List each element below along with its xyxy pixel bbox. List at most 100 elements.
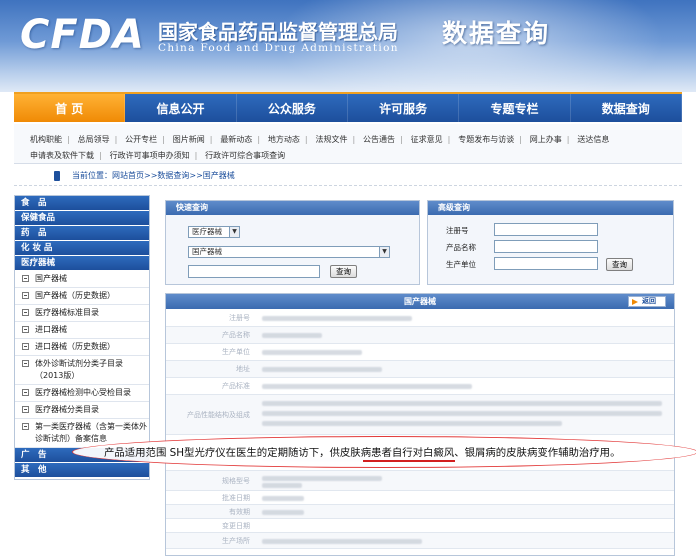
subnav-link[interactable]: 法规文件 xyxy=(315,135,347,144)
result-panel: 国产器械 返回 注册号 产品名称 生产单位 地址 产品标准 产品性能结构及组成 … xyxy=(165,293,675,556)
divider: | xyxy=(67,135,70,144)
sidebar-cat-devices[interactable]: 医疗器械 xyxy=(15,256,149,271)
quick-search-button[interactable]: 查询 xyxy=(330,265,357,278)
sidebar-cat-health-food[interactable]: 保健食品 xyxy=(15,211,149,226)
sub-nav-row-2: 申请表及软件下载 | 行政许可事项申办须知 | 行政许可综合事项查询 xyxy=(30,148,672,164)
sidebar-item-test-center[interactable]: 医疗器械检测中心受检目录 xyxy=(15,385,149,402)
manufacturer-input[interactable] xyxy=(494,257,598,270)
expand-icon xyxy=(22,343,29,350)
chevron-down-icon: ▼ xyxy=(379,247,389,257)
category-select[interactable]: 医疗器械 ▼ xyxy=(188,226,240,238)
nav-special-topics[interactable]: 专题专栏 xyxy=(459,94,571,122)
subnav-link[interactable]: 行政许可综合事项查询 xyxy=(205,151,285,160)
subnav-link[interactable]: 送达信息 xyxy=(577,135,609,144)
subnav-link[interactable]: 最新动态 xyxy=(220,135,252,144)
field-value-blurred xyxy=(258,519,674,532)
subnav-link[interactable]: 申请表及软件下载 xyxy=(30,151,94,160)
product-name-input[interactable] xyxy=(494,240,598,253)
field-value-blurred xyxy=(258,378,674,394)
sidebar-cat-food[interactable]: 食 品 xyxy=(15,196,149,211)
back-button-label: 返回 xyxy=(642,297,656,305)
product-name-label: 产品名称 xyxy=(446,243,476,252)
field-label: 生产场所 xyxy=(222,536,250,545)
subnav-link[interactable]: 征求意见 xyxy=(411,135,443,144)
back-button[interactable]: 返回 xyxy=(628,296,666,307)
database-select[interactable]: 国产器械 ▼ xyxy=(188,246,390,258)
database-select-value: 国产器械 xyxy=(192,247,222,256)
subnav-link[interactable]: 公开专栏 xyxy=(125,135,157,144)
sidebar-cat-cosmetics[interactable]: 化 妆 品 xyxy=(15,241,149,256)
sidebar-item-label: 国产器械（历史数据） xyxy=(35,291,115,300)
subnav-link[interactable]: 图片新闻 xyxy=(173,135,205,144)
subnav-link[interactable]: 总局领导 xyxy=(78,135,110,144)
divider: | xyxy=(352,135,356,144)
subnav-link[interactable]: 网上办事 xyxy=(530,135,562,144)
sidebar-item-label: 医疗器械标准目录 xyxy=(35,308,99,317)
chevron-down-icon: ▼ xyxy=(229,227,239,237)
breadcrumb-text[interactable]: 当前位置：网站首页>>数据查询>>国产器械 xyxy=(72,171,235,180)
subnav-link[interactable]: 行政许可事项申办须知 xyxy=(110,151,190,160)
sidebar-item-ivd-catalog[interactable]: 体外诊断试剂分类子目录（2013版） xyxy=(15,356,149,385)
sidebar: 食 品 保健食品 药 品 化 妆 品 医疗器械 国产器械 国产器械（历史数据） … xyxy=(14,195,150,480)
field-label: 地址 xyxy=(236,365,250,373)
quick-query-title: 快速查询 xyxy=(166,201,419,215)
subnav-link[interactable]: 地方动态 xyxy=(268,135,300,144)
location-icon xyxy=(54,171,60,181)
expand-icon xyxy=(22,292,29,299)
sidebar-item-label: 医疗器械检测中心受检目录 xyxy=(35,388,131,397)
cfda-logo[interactable]: CFDA xyxy=(20,12,145,58)
field-value-blurred xyxy=(258,395,674,434)
nav-public-service[interactable]: 公众服务 xyxy=(237,94,348,122)
sidebar-item-label: 进口器械（历史数据） xyxy=(35,342,115,351)
sub-nav-row-1: 机构职能 | 总局领导 | 公开专栏 | 图片新闻 | 最新动态 | 地方动态 | 法规文件… xyxy=(30,132,672,148)
field-label: 产品名称 xyxy=(222,331,250,339)
sidebar-item-imported[interactable]: 进口器械 xyxy=(15,322,149,339)
detail-row: 变更日期 xyxy=(166,519,674,533)
sidebar-item-label: 进口器械 xyxy=(35,325,67,334)
sidebar-item-label: 医疗器械分类目录 xyxy=(35,405,99,414)
detail-row: 产品性能结构及组成 xyxy=(166,395,674,435)
sidebar-item-domestic-history[interactable]: 国产器械（历史数据） xyxy=(15,288,149,305)
sub-nav: 机构职能 | 总局领导 | 公开专栏 | 图片新闻 | 最新动态 | 地方动态 | 法规文件… xyxy=(14,124,682,164)
sidebar-item-standards[interactable]: 医疗器械标准目录 xyxy=(15,305,149,322)
nav-license-service[interactable]: 许可服务 xyxy=(348,94,460,122)
header-banner: CFDA 国家食品药品监督管理总局 China Food and Drug Ad… xyxy=(0,0,696,92)
expand-icon xyxy=(22,326,29,333)
nav-home[interactable]: 首 页 xyxy=(14,94,126,122)
divider: | xyxy=(257,135,261,144)
manufacturer-label: 生产单位 xyxy=(446,260,476,269)
annotation-highlight: 供皮肤病患者自行 xyxy=(329,447,413,459)
nav-data-query[interactable]: 数据查询 xyxy=(571,94,682,122)
field-label: 产品标准 xyxy=(222,382,250,390)
field-value-blurred xyxy=(258,361,674,377)
reg-no-input[interactable] xyxy=(494,223,598,236)
org-name-en: China Food and Drug Administration xyxy=(158,42,399,54)
field-label: 生产单位 xyxy=(222,348,250,356)
divider: | xyxy=(162,135,165,144)
breadcrumb: 当前位置：网站首页>>数据查询>>国产器械 xyxy=(14,168,682,186)
advanced-search-button[interactable]: 查询 xyxy=(606,258,633,271)
detail-row: 规格型号 xyxy=(166,471,674,491)
field-label: 产品性能结构及组成 xyxy=(187,410,250,419)
detail-row: 地址 xyxy=(166,361,674,378)
nav-info-public[interactable]: 信息公开 xyxy=(125,94,237,122)
field-label: 变更日期 xyxy=(222,521,250,530)
sidebar-item-imported-history[interactable]: 进口器械（历史数据） xyxy=(15,339,149,356)
subnav-link[interactable]: 公告通告 xyxy=(363,135,395,144)
org-name-cn: 国家食品药品监督管理总局 xyxy=(158,20,398,44)
subnav-link[interactable]: 机构职能 xyxy=(30,135,62,144)
subnav-link[interactable]: 专题发布与访谈 xyxy=(458,135,514,144)
sidebar-item-classification[interactable]: 医疗器械分类目录 xyxy=(15,402,149,419)
field-value-blurred xyxy=(258,533,674,548)
keyword-input[interactable] xyxy=(188,265,320,278)
sidebar-item-domestic-devices[interactable]: 国产器械 xyxy=(15,271,149,288)
divider: | xyxy=(519,135,522,144)
divider: | xyxy=(114,135,118,144)
sidebar-cat-drugs[interactable]: 药 品 xyxy=(15,226,149,241)
divider: | xyxy=(304,135,308,144)
sidebar-cat-other[interactable]: 其 他 xyxy=(15,463,149,478)
annotation-text: 产品适用范围 SH型光疗仪在医生的定期随访下，供皮肤病患者自行对白癜风、银屑病的… xyxy=(104,444,620,459)
field-value-blurred xyxy=(258,505,674,518)
detail-row: 批准日期 xyxy=(166,491,674,505)
sidebar-item-label: 国产器械 xyxy=(35,274,67,283)
